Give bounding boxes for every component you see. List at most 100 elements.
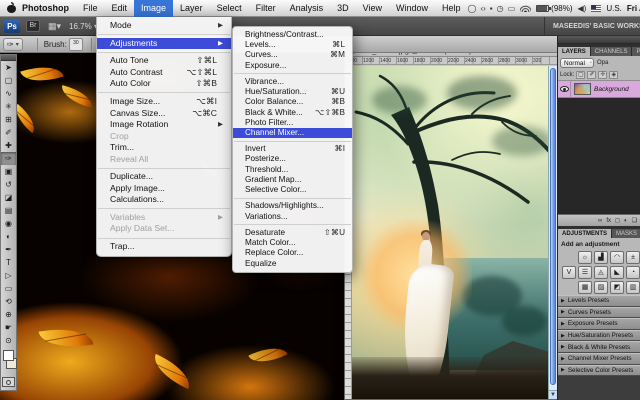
- input-source-label[interactable]: U.S.: [606, 4, 622, 13]
- submenu-item[interactable]: Shadows/Highlights...: [233, 201, 352, 211]
- dock-grip[interactable]: [558, 36, 640, 44]
- tool-button[interactable]: T: [1, 256, 16, 269]
- submenu-item[interactable]: Photo Filter...: [233, 118, 352, 128]
- vertical-scrollbar[interactable]: ▼: [548, 66, 557, 399]
- menu-bar-item[interactable]: Photoshop: [15, 0, 76, 17]
- submenu-item[interactable]: Replace Color...: [233, 248, 352, 258]
- workspace-switcher[interactable]: MASEEDIS' BASIC WORKS: [544, 17, 640, 36]
- menu-item[interactable]: Auto Contrast ⌥⇧⌘L: [97, 67, 231, 79]
- layers-footer-icon[interactable]: ❏: [632, 217, 637, 224]
- tool-button[interactable]: ✳: [1, 100, 16, 113]
- lock-icon[interactable]: ✐: [587, 71, 596, 79]
- tool-button[interactable]: ✚: [1, 139, 16, 152]
- adjustment-icon[interactable]: ±: [626, 251, 640, 264]
- adjustment-icon[interactable]: ▦: [578, 281, 592, 294]
- menu-item[interactable]: [98, 168, 230, 169]
- lock-icon[interactable]: ✛: [598, 71, 607, 79]
- preset-row[interactable]: ▶ Exposure Presets: [558, 318, 640, 330]
- adjustment-icon[interactable]: ☰: [578, 266, 592, 279]
- photoshop-logo-icon[interactable]: Ps: [4, 20, 20, 33]
- menu-bar-item[interactable]: Help: [435, 0, 468, 17]
- bridge-icon[interactable]: Br: [26, 20, 40, 32]
- layers-footer-icon[interactable]: fx: [606, 218, 611, 224]
- tool-button[interactable]: ◪: [1, 191, 16, 204]
- tool-button[interactable]: ▤: [1, 204, 16, 217]
- view-extras-icon[interactable]: ▦▾: [48, 21, 61, 32]
- lock-icon[interactable]: ▢: [576, 71, 585, 79]
- tool-button[interactable]: ➤: [1, 61, 16, 74]
- preset-row[interactable]: ▶ Hue/Saturation Presets: [558, 330, 640, 342]
- layers-footer-icon[interactable]: ∞: [598, 218, 602, 224]
- submenu-item[interactable]: [234, 73, 351, 74]
- menu-item[interactable]: [98, 208, 230, 209]
- tool-button[interactable]: ☛: [1, 321, 16, 334]
- adjustment-icon[interactable]: ▨: [594, 281, 608, 294]
- preset-row[interactable]: ▶ Selective Color Presets: [558, 365, 640, 377]
- submenu-item[interactable]: Variations...: [233, 212, 352, 222]
- menu-item[interactable]: Calculations...: [97, 194, 231, 206]
- submenu-item[interactable]: Color Balance... ⌘B: [233, 97, 352, 107]
- menu-item[interactable]: Mode ▶: [97, 20, 231, 32]
- adjustment-icon[interactable]: ◩: [610, 281, 624, 294]
- preset-row[interactable]: ▶ Levels Presets: [558, 295, 640, 307]
- wifi-icon[interactable]: [520, 4, 531, 12]
- menu-bar-item[interactable]: Select: [210, 0, 249, 17]
- panel-tab[interactable]: CHANNELS: [591, 47, 633, 56]
- foreground-color-swatch[interactable]: [3, 350, 14, 361]
- menu-bar-item[interactable]: File: [76, 0, 105, 17]
- submenu-item[interactable]: Levels... ⌘L: [233, 40, 352, 50]
- menu-bar-item[interactable]: Analysis: [283, 0, 331, 17]
- submenu-item[interactable]: Invert ⌘I: [233, 144, 352, 154]
- menu-item[interactable]: Duplicate...: [97, 171, 231, 183]
- submenu-item[interactable]: Selective Color...: [233, 185, 352, 195]
- preset-row[interactable]: ▶ Curves Presets: [558, 307, 640, 319]
- adjustment-icon[interactable]: V: [562, 266, 576, 279]
- input-flag-icon[interactable]: [591, 5, 601, 12]
- tool-button[interactable]: ◐: [1, 230, 16, 243]
- menu-item[interactable]: Canvas Size... ⌥⌘C: [97, 108, 231, 120]
- menu-extra-icon[interactable]: ▪: [490, 4, 493, 13]
- preset-row[interactable]: ▶ Black & White Presets: [558, 341, 640, 353]
- adjustment-icon[interactable]: ◠: [610, 251, 624, 264]
- submenu-item[interactable]: Gradient Map...: [233, 175, 352, 185]
- adjustment-icon[interactable]: ☼: [578, 251, 592, 264]
- brush-preset-picker[interactable]: 30: [69, 38, 83, 51]
- menu-bar-item[interactable]: Layer: [173, 0, 210, 17]
- preset-row[interactable]: ▶ Channel Mixer Presets: [558, 353, 640, 365]
- submenu-item[interactable]: Match Color...: [233, 238, 352, 248]
- tool-button[interactable]: ▢: [1, 74, 16, 87]
- quick-mask-button[interactable]: [2, 377, 15, 387]
- submenu-item[interactable]: Channel Mixer...: [233, 128, 352, 138]
- menu-item[interactable]: Apply Data Set...: [97, 223, 231, 235]
- submenu-item[interactable]: Vibrance...: [233, 77, 352, 87]
- blend-mode-dropdown[interactable]: Normal: [560, 58, 594, 68]
- disclosure-triangle-icon[interactable]: ▶: [561, 333, 565, 339]
- menu-item[interactable]: Reveal All: [97, 154, 231, 166]
- menu-item[interactable]: Auto Color ⇧⌘B: [97, 78, 231, 90]
- adjustment-icon[interactable]: ▟: [594, 251, 608, 264]
- layer-row-background[interactable]: Background: [558, 81, 640, 98]
- tool-button[interactable]: ▣: [1, 165, 16, 178]
- tool-preset-picker[interactable]: ✑ ▾: [3, 38, 23, 51]
- submenu-item[interactable]: Threshold...: [233, 165, 352, 175]
- tool-button[interactable]: ▷: [1, 269, 16, 282]
- menu-bar-item[interactable]: Window: [389, 0, 435, 17]
- submenu-item[interactable]: Brightness/Contrast...: [233, 30, 352, 40]
- adjustment-icon[interactable]: ◬: [594, 266, 608, 279]
- submenu-item[interactable]: [234, 198, 351, 199]
- menu-clock[interactable]: Fri Apr 6 15:4: [627, 4, 640, 13]
- menu-item[interactable]: [98, 92, 230, 93]
- disclosure-triangle-icon[interactable]: ▶: [561, 298, 565, 304]
- tool-button[interactable]: ⊕: [1, 308, 16, 321]
- menu-extra-icon[interactable]: ◷: [497, 4, 504, 13]
- scrollbar-thumb[interactable]: [550, 68, 556, 385]
- tool-button[interactable]: ↺: [1, 178, 16, 191]
- panel-tab[interactable]: ADJUSTMENTS: [558, 229, 612, 238]
- disclosure-triangle-icon[interactable]: ▶: [561, 356, 565, 362]
- menu-item[interactable]: Image Rotation ▶: [97, 119, 231, 131]
- battery-indicator[interactable]: (98%): [536, 4, 572, 13]
- menu-extra-icon[interactable]: ‹›: [480, 4, 485, 13]
- tool-button[interactable]: ∿: [1, 87, 16, 100]
- menu-item[interactable]: Auto Tone ⇧⌘L: [97, 55, 231, 67]
- layer-thumbnail[interactable]: [574, 83, 591, 95]
